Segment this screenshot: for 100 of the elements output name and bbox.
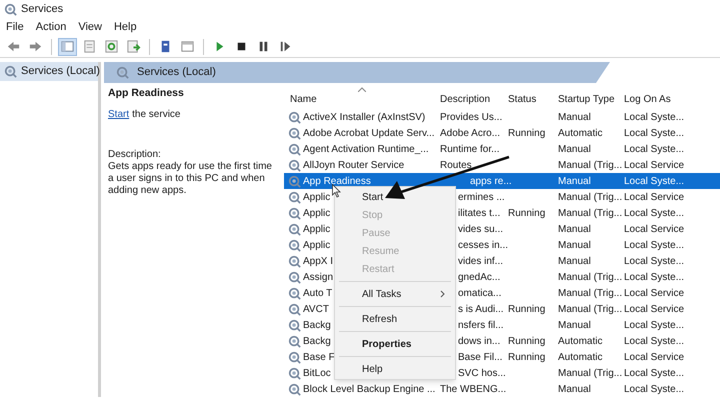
table-cell[interactable]: App Readiness	[303, 174, 371, 188]
table-cell-text: Local Syste...	[624, 254, 684, 268]
description-text: Gets apps ready for use the first time a user signs in to this PC and when adding new apps.	[108, 161, 273, 197]
pane-title: Services (Local)	[137, 65, 216, 80]
table-cell-text: ilitates t...	[458, 206, 500, 220]
menu-item[interactable]: Help	[114, 18, 137, 36]
services-icon	[4, 2, 17, 16]
menu-item[interactable]: Action	[36, 18, 66, 36]
table-cell-text: Manual	[558, 142, 591, 156]
table-cell-text: Running	[508, 334, 546, 348]
table-cell[interactable]: AppX I	[303, 254, 334, 268]
table-cell[interactable]: Applic	[303, 238, 330, 252]
table-cell-text: Local Syste...	[624, 334, 684, 348]
table-cell-text: ermines ...	[458, 190, 505, 204]
table-cell-text: Local Service	[624, 190, 684, 204]
tree-item[interactable]: Services (Local)	[0, 62, 98, 81]
menu-item[interactable]: View	[78, 18, 102, 36]
sort-caret-icon	[358, 87, 366, 92]
context-menu-item[interactable]: Properties	[335, 335, 455, 353]
table-cell-text: apps re...	[470, 174, 512, 188]
table-cell-text: Manual (Trig...	[558, 158, 622, 172]
table-cell-text: Manual	[558, 174, 591, 188]
table-cell[interactable]: Applic	[303, 222, 330, 236]
table-cell-text: omatica...	[458, 286, 502, 300]
table-cell-text: cesses in...	[458, 238, 508, 252]
table-cell-text: Manual (Trig...	[558, 190, 622, 204]
table-cell-text: vides su...	[458, 222, 504, 236]
table-cell-text: s is Audi...	[458, 302, 504, 316]
link-caption: the service	[132, 109, 180, 121]
column-header[interactable]: Status	[502, 92, 552, 106]
window-title: Services	[21, 2, 64, 17]
table-cell-text: Base Fil...	[458, 350, 502, 364]
menu-item[interactable]: File	[6, 18, 24, 36]
table-cell-text: Runtime for...	[440, 142, 500, 156]
table-cell-text: dows in...	[458, 334, 500, 348]
table-cell-text: Local Service	[624, 286, 684, 300]
table-cell[interactable]: Backg	[303, 318, 331, 332]
table-cell-text: Local Service	[624, 222, 684, 236]
table-cell-text: Local Syste...	[624, 174, 684, 188]
table-cell-text: Local Syste...	[624, 110, 684, 124]
column-header[interactable]: Description	[434, 92, 502, 106]
table-cell-text: nsfers fil...	[458, 318, 504, 332]
context-menu-item[interactable]: All Tasks	[335, 285, 455, 303]
table-cell-text: SVC hos...	[458, 366, 506, 380]
table-cell-text: Local Syste...	[624, 318, 684, 332]
table-cell-text: Local Syste...	[624, 126, 684, 140]
table-cell-text: Running	[508, 206, 546, 220]
table-cell-text: Manual	[558, 382, 591, 396]
table-cell-text: Automatic	[558, 350, 602, 364]
table-cell-text: Local Syste...	[624, 382, 684, 396]
table-cell[interactable]: Assign	[303, 270, 334, 284]
table-cell-text: Manual	[558, 318, 591, 332]
table-cell-text: Manual	[558, 222, 591, 236]
console-tree-icon[interactable]	[58, 38, 77, 56]
start-link[interactable]: Start	[108, 109, 130, 121]
table-cell-text: Manual	[558, 110, 591, 124]
column-header[interactable]: Name	[284, 92, 434, 106]
table-cell-text: Running	[508, 302, 546, 316]
service-title: App Readiness	[108, 87, 185, 99]
tree-label: Services (Local)	[21, 64, 100, 80]
table-cell-text: Manual	[558, 238, 591, 252]
table-cell-text: Running	[508, 350, 546, 364]
table-cell[interactable]: BitLoc	[303, 366, 331, 380]
table-cell[interactable]: AllJoyn Router Service	[303, 158, 404, 172]
mouse-pointer-icon	[332, 184, 341, 198]
context-menu-item[interactable]: Help	[335, 360, 455, 378]
table-cell[interactable]: Adobe Acrobat Update Serv...	[303, 126, 435, 140]
table-cell[interactable]: AVCT	[303, 302, 329, 316]
table-cell-text: Local Syste...	[624, 206, 684, 220]
table-cell-text: Local Syste...	[624, 142, 684, 156]
submenu-chevron-icon	[440, 290, 445, 298]
table-cell-text: Provides Us...	[440, 110, 502, 124]
table-cell-text: Local Service	[624, 158, 684, 172]
table-cell-text: gnedAc...	[458, 270, 500, 284]
description-label: Description:	[108, 149, 162, 161]
table-cell-text: Automatic	[558, 334, 602, 348]
table-cell-text: Local Service	[624, 302, 684, 316]
table-cell-text: Automatic	[558, 126, 602, 140]
table-cell-text: vides inf...	[458, 254, 504, 268]
table-cell[interactable]: Agent Activation Runtime_...	[303, 142, 429, 156]
table-cell[interactable]: Auto T	[303, 286, 332, 300]
column-header[interactable]: Startup Type	[552, 92, 618, 106]
table-cell[interactable]: Applic	[303, 206, 330, 220]
table-cell-text: Local Service	[624, 350, 684, 364]
table-cell[interactable]: ActiveX Installer (AxInstSV)	[303, 110, 426, 124]
table-cell-text: Manual (Trig...	[558, 206, 622, 220]
table-cell[interactable]: Applic	[303, 190, 330, 204]
table-cell-text: Local Syste...	[624, 366, 684, 380]
table-cell-text: Adobe Acro...	[440, 126, 500, 140]
table-cell-text: Manual (Trig...	[558, 366, 622, 380]
table-cell-text: The WBENG...	[440, 382, 506, 396]
table-cell-text: Local Syste...	[624, 238, 684, 252]
table-cell-text: Manual (Trig...	[558, 302, 622, 316]
column-header[interactable]: Log On As	[618, 92, 698, 106]
table-cell-text: Running	[508, 126, 546, 140]
table-cell[interactable]: Block Level Backup Engine ...	[303, 382, 436, 396]
context-menu-item[interactable]: Refresh	[335, 310, 455, 328]
table-cell[interactable]: Backg	[303, 334, 331, 348]
table-cell[interactable]: Base F	[303, 350, 335, 364]
table-cell-text: Manual (Trig...	[558, 270, 622, 284]
